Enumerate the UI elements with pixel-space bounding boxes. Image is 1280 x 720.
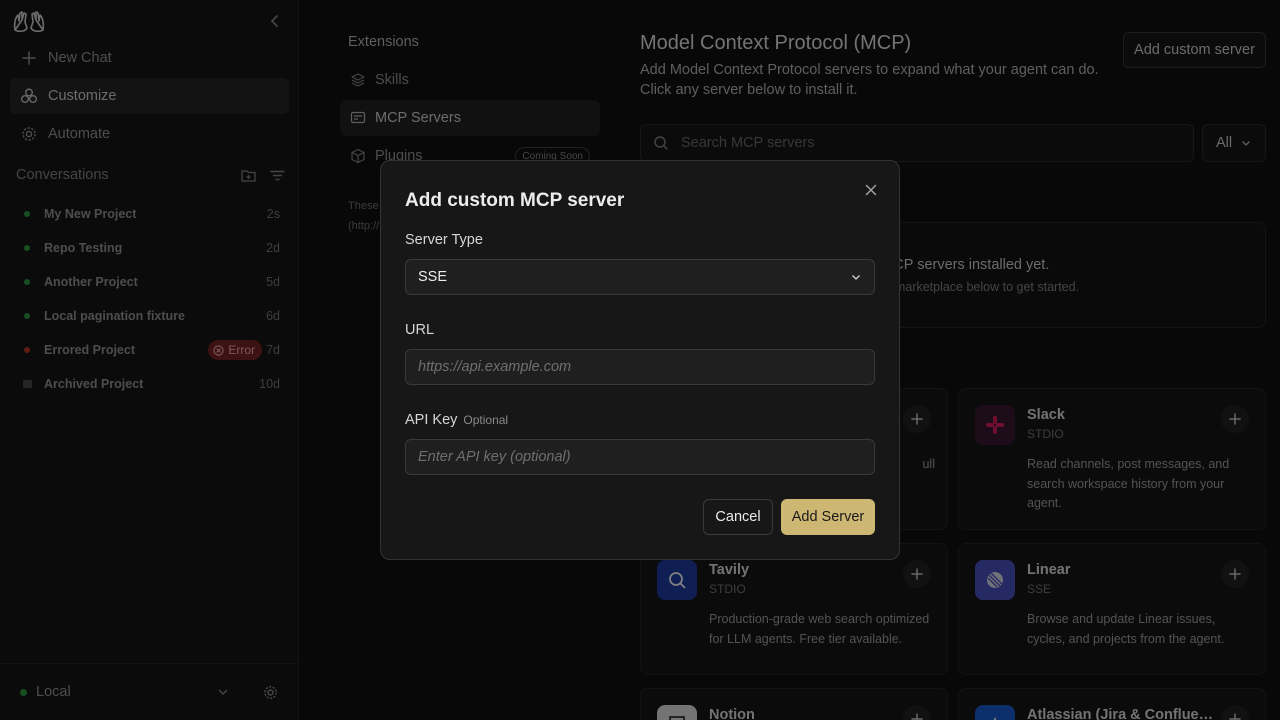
url-field-wrapper [405, 349, 875, 385]
dialog-title: Add custom MCP server [405, 190, 625, 211]
url-label: URL [405, 322, 435, 338]
add-custom-mcp-server-dialog: Add custom MCP server Server Type SSE UR… [380, 160, 900, 560]
add-server-submit-button[interactable]: Add Server [781, 499, 875, 535]
url-input[interactable] [418, 359, 862, 375]
server-type-select[interactable]: SSE [405, 259, 875, 295]
server-type-label: Server Type [405, 232, 483, 248]
chevron-down-icon [852, 275, 860, 280]
cancel-button[interactable]: Cancel [703, 499, 773, 535]
api-key-field-wrapper [405, 439, 875, 475]
api-key-input[interactable] [418, 449, 862, 465]
optional-hint: Optional [463, 413, 509, 427]
api-key-label: API Key Optional [405, 412, 508, 428]
api-key-label-text: API Key [405, 412, 458, 428]
server-type-value: SSE [418, 269, 448, 285]
close-icon[interactable] [863, 182, 879, 198]
